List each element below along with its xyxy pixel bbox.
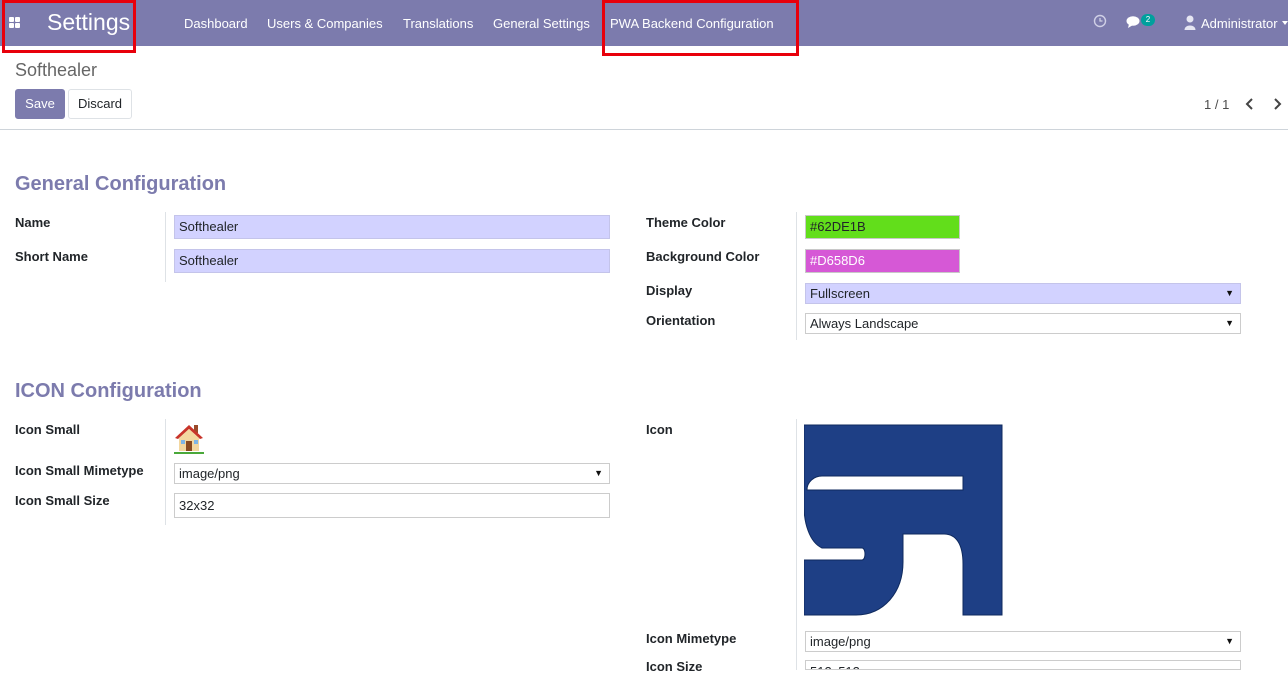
icon-small-mimetype-label: Icon Small Mimetype — [15, 463, 144, 478]
display-select-value: Fullscreen — [810, 286, 870, 301]
menu-general-settings[interactable]: General Settings — [493, 16, 590, 31]
label-separator — [165, 419, 166, 525]
clock-icon[interactable] — [1093, 14, 1107, 28]
name-input[interactable]: Softhealer — [174, 215, 610, 239]
icon-small-mimetype-select[interactable]: image/png ▼ — [174, 463, 610, 484]
icon-small-mimetype-value: image/png — [179, 466, 240, 481]
dropdown-arrow-icon: ▼ — [1225, 636, 1234, 646]
icon-small-label: Icon Small — [15, 422, 81, 437]
chevron-down-icon[interactable] — [1282, 21, 1288, 25]
icon-mimetype-label: Icon Mimetype — [646, 631, 737, 646]
background-color-label: Background Color — [646, 249, 760, 264]
label-separator — [796, 419, 797, 670]
label-separator — [165, 212, 166, 282]
discard-button[interactable]: Discard — [68, 89, 132, 119]
highlight-box-settings — [2, 0, 136, 53]
chevron-left-icon[interactable] — [1244, 97, 1256, 111]
orientation-label: Orientation — [646, 313, 716, 328]
name-label: Name — [15, 215, 51, 230]
menu-translations[interactable]: Translations — [403, 16, 473, 31]
menu-dashboard[interactable]: Dashboard — [184, 16, 248, 31]
icon-mimetype-value: image/png — [810, 634, 871, 649]
orientation-select-value: Always Landscape — [810, 316, 919, 331]
icon-label: Icon — [646, 422, 673, 437]
dropdown-arrow-icon: ▼ — [594, 468, 603, 478]
theme-color-input[interactable]: #62DE1B — [805, 215, 960, 239]
icon-small-size-input[interactable]: 32x32 — [174, 493, 610, 518]
messages-count-badge: 2 — [1141, 14, 1155, 26]
icon-mimetype-select[interactable]: image/png ▼ — [805, 631, 1241, 652]
user-menu[interactable]: Administrator — [1201, 16, 1278, 31]
orientation-select[interactable]: Always Landscape ▼ — [805, 313, 1241, 334]
house-icon[interactable] — [172, 421, 206, 455]
short-name-input[interactable]: Softhealer — [174, 249, 610, 273]
pager-value[interactable]: 1 / 1 — [1204, 97, 1229, 112]
section-title-general: General Configuration — [15, 173, 227, 195]
theme-color-label: Theme Color — [646, 215, 726, 230]
display-label: Display — [646, 283, 693, 298]
section-title-icon: ICON Configuration — [15, 380, 202, 402]
icon-size-label: Icon Size — [646, 659, 703, 674]
background-color-input[interactable]: #D658D6 — [805, 249, 960, 273]
icon-size-input[interactable]: 512x512 — [805, 660, 1241, 670]
menu-users-companies[interactable]: Users & Companies — [267, 16, 383, 31]
dropdown-arrow-icon: ▼ — [1225, 288, 1234, 298]
label-separator — [796, 212, 797, 340]
display-select[interactable]: Fullscreen ▼ — [805, 283, 1241, 304]
highlight-box-pwa-menu — [602, 0, 799, 56]
user-icon[interactable] — [1184, 15, 1196, 30]
chat-icon[interactable] — [1126, 15, 1142, 29]
control-panel-divider — [0, 129, 1288, 130]
softhealer-logo[interactable] — [804, 424, 1004, 617]
dropdown-arrow-icon: ▼ — [1225, 318, 1234, 328]
save-button[interactable]: Save — [15, 89, 65, 119]
breadcrumb[interactable]: Softhealer — [15, 60, 97, 81]
chevron-right-icon[interactable] — [1271, 97, 1283, 111]
short-name-label: Short Name — [15, 249, 88, 264]
icon-small-size-label: Icon Small Size — [15, 493, 110, 508]
